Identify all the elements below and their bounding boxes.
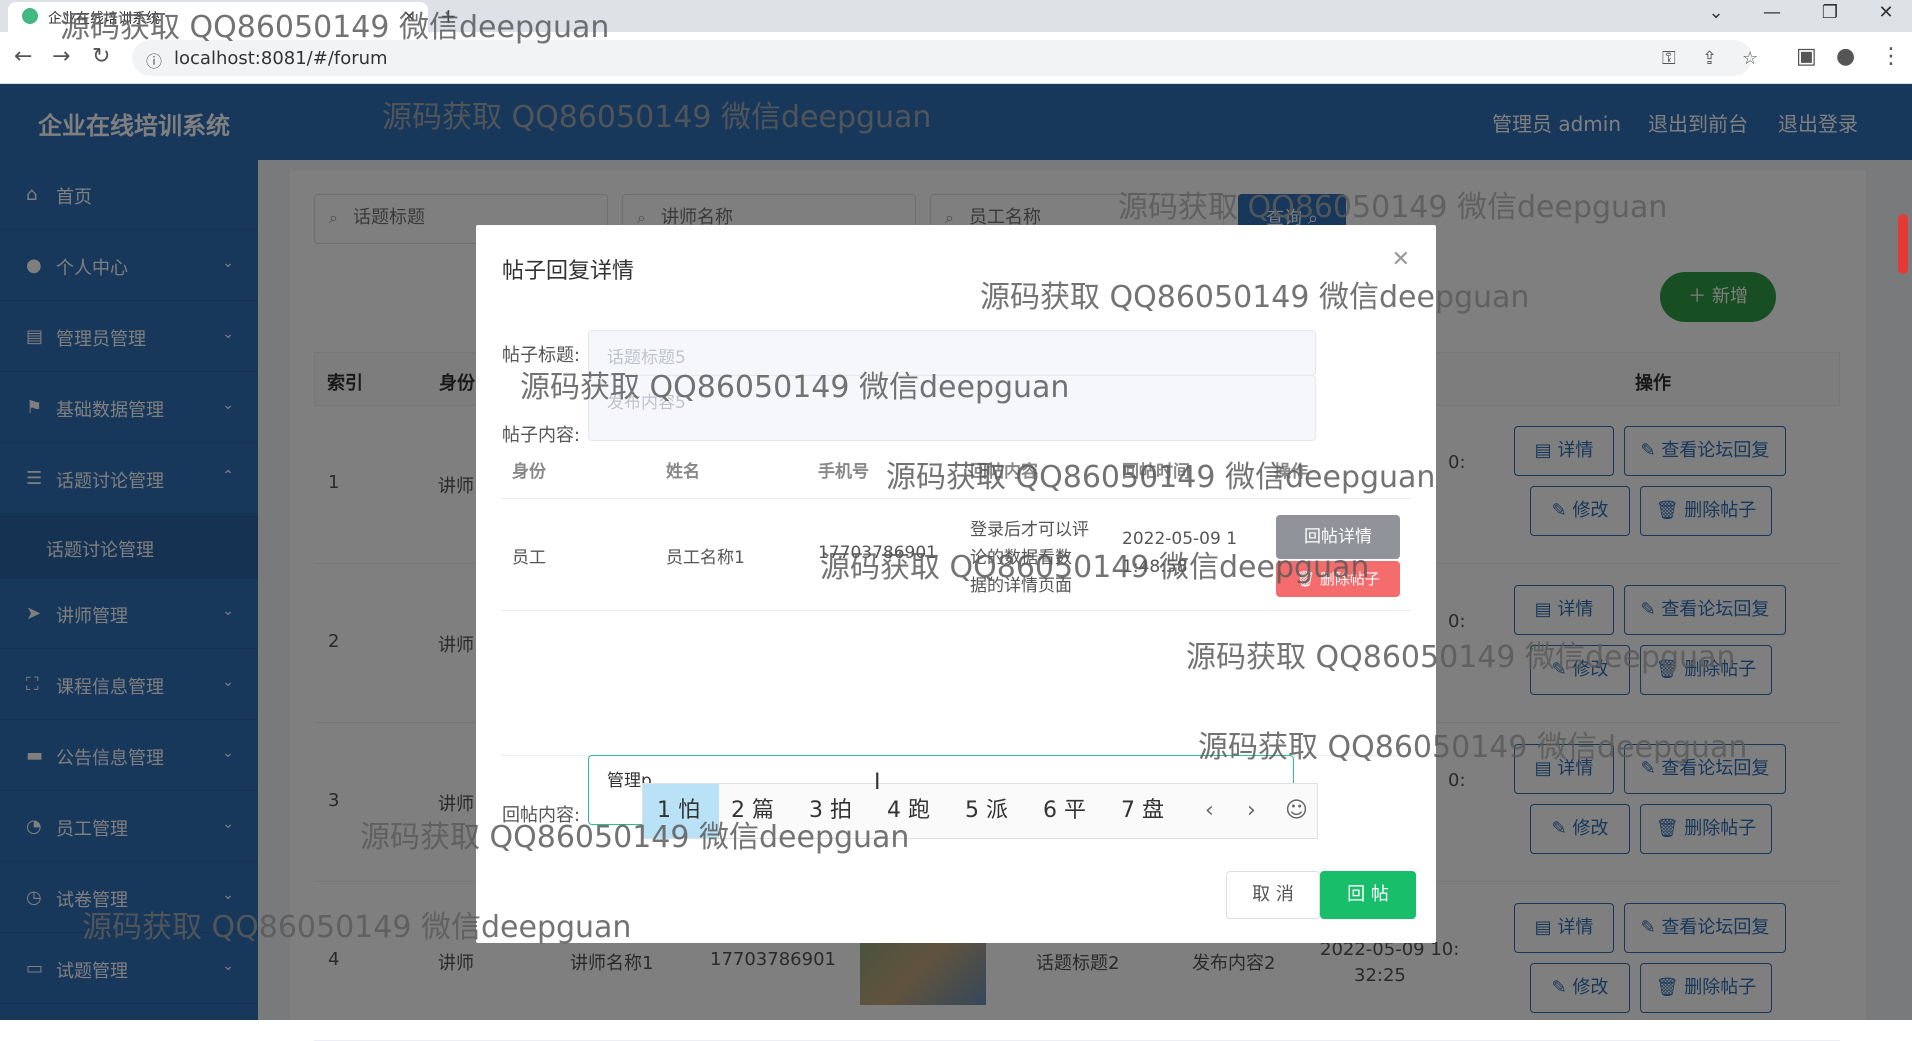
site-info-icon[interactable]: ⓘ: [146, 48, 162, 72]
reply-delete-label: 删除帖子: [1319, 570, 1380, 588]
text-cursor-icon: I: [874, 770, 881, 795]
url-text[interactable]: localhost:8081/#/forum: [174, 48, 388, 69]
ime-candidate-1[interactable]: 1 怕: [643, 784, 719, 838]
browser-tab-strip: 企业在线培训系统 × + ⌄ — ❐ ✕: [0, 0, 1912, 32]
ime-candidate-2[interactable]: 2 篇: [731, 784, 774, 838]
browser-tab[interactable]: 企业在线培训系统 ×: [8, 2, 428, 32]
emoji-icon[interactable]: ☺: [1285, 784, 1308, 838]
reply-detail-button[interactable]: 回帖详情: [1276, 515, 1400, 559]
post-content-value: 发布内容5: [607, 393, 686, 413]
star-icon[interactable]: ☆: [1742, 48, 1758, 69]
col-phone: 手机号: [818, 462, 869, 482]
reload-icon[interactable]: ↻: [92, 44, 110, 69]
reply-table-empty-area: [500, 611, 1412, 756]
post-title-value: 话题标题5: [607, 348, 686, 368]
post-title-label: 帖子标题:: [502, 345, 581, 366]
reply-detail-label: 回帖详情: [1304, 527, 1372, 547]
reply-content-label: 回帖内容:: [502, 805, 581, 826]
profile-icon[interactable]: ●: [1836, 44, 1855, 69]
ime-candidate-3[interactable]: 3 拍: [809, 784, 852, 838]
reply-time-line1: 2022-05-09 1: [1122, 529, 1238, 549]
menu-icon[interactable]: ⋮: [1880, 44, 1902, 69]
reply-detail-dialog: 帖子回复详情 ✕ 帖子标题: 话题标题5 帖子内容: 发布内容5 身份 姓名 手…: [476, 225, 1436, 943]
col-name: 姓名: [666, 462, 700, 482]
scrollbar[interactable]: [1898, 214, 1908, 274]
side-panel-icon[interactable]: ▣: [1796, 44, 1817, 69]
col-content: 回帖内容: [970, 462, 1038, 482]
dialog-title: 帖子回复详情: [502, 259, 635, 284]
ime-candidate-4[interactable]: 4 跑: [887, 784, 930, 838]
close-icon[interactable]: ✕: [1392, 247, 1410, 272]
ime-candidate-bar: 1 怕 2 篇 3 拍 4 跑 5 派 6 平 7 盘 ‹ › ☺: [642, 783, 1318, 839]
post-content-label: 帖子内容:: [502, 425, 581, 446]
ime-prev-icon[interactable]: ‹: [1205, 784, 1214, 838]
reply-content-line3: 据的详情页面: [970, 576, 1072, 596]
reply-content-line2: 论的数据看数: [970, 548, 1072, 568]
reply-time-line2: 1:48:58: [1122, 557, 1188, 577]
col-ops: 操作: [1274, 462, 1308, 482]
ime-candidate-5[interactable]: 5 派: [965, 784, 1008, 838]
maximize-icon[interactable]: ❐: [1810, 2, 1850, 23]
reply-content-line1: 登录后才可以评: [970, 520, 1089, 540]
minimize-icon[interactable]: —: [1752, 2, 1792, 23]
address-bar[interactable]: ⓘ localhost:8081/#/forum ⚿ ⇪ ☆: [132, 40, 1758, 76]
post-title-field: 话题标题5: [588, 330, 1316, 376]
tab-title: 企业在线培训系统: [48, 11, 160, 27]
cancel-button[interactable]: 取 消: [1226, 871, 1320, 919]
browser-toolbar: ← → ↻ ⓘ localhost:8081/#/forum ⚿ ⇪ ☆ ▣ ●…: [0, 32, 1912, 84]
table-row: 员工 员工名称1 17703786901 登录后才可以评 论的数据看数 据的详情…: [500, 499, 1412, 611]
forward-icon[interactable]: →: [52, 44, 70, 69]
key-icon[interactable]: ⚿: [1662, 48, 1676, 69]
vue-favicon-icon: [22, 8, 38, 24]
col-time: 回帖时间: [1122, 462, 1190, 482]
back-icon[interactable]: ←: [14, 44, 32, 69]
reply-phone: 17703786901: [818, 543, 937, 563]
post-content-field: 发布内容5: [588, 375, 1316, 441]
reply-identity: 员工: [512, 548, 546, 568]
ime-next-icon[interactable]: ›: [1247, 784, 1256, 838]
ime-candidate-6[interactable]: 6 平: [1043, 784, 1086, 838]
submit-reply-button[interactable]: 回 帖: [1320, 871, 1416, 919]
ime-candidate-7[interactable]: 7 盘: [1121, 784, 1164, 838]
reply-name: 员工名称1: [666, 548, 745, 568]
tab-search-icon[interactable]: ⌄: [1696, 2, 1736, 23]
tab-close-icon[interactable]: ×: [403, 6, 416, 25]
new-tab-button[interactable]: +: [440, 4, 457, 28]
window-close-icon[interactable]: ✕: [1866, 2, 1906, 23]
col-identity: 身份: [512, 462, 546, 482]
share-icon[interactable]: ⇪: [1702, 48, 1717, 69]
reply-table-header: 身份 姓名 手机号 回帖内容 回帖时间 操作: [500, 445, 1412, 499]
reply-delete-button[interactable]: 🗑 删除帖子: [1276, 561, 1400, 597]
